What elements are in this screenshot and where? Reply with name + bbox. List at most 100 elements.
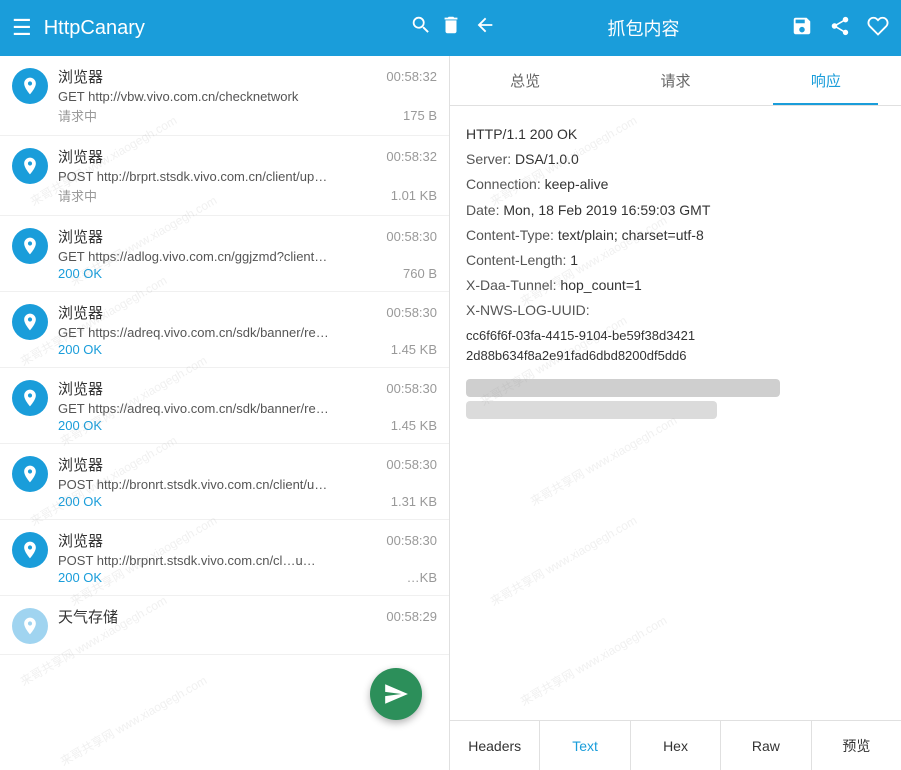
packet-status: 200 OK	[58, 342, 102, 357]
detail-title: 抓包内容	[608, 15, 680, 41]
packet-time: 00:58:30	[386, 533, 437, 548]
packet-status-row: 200 OK 1.45 KB	[58, 418, 437, 433]
hamburger-icon[interactable]: ☰	[12, 15, 32, 41]
packet-size: 760 B	[403, 266, 437, 281]
content-type-value: text/plain; charset=utf-8	[558, 227, 704, 243]
list-item[interactable]: 浏览器 00:58:30 POST http://brpnrt.stsdk.vi…	[0, 520, 449, 596]
packet-detail: 总览 请求 响应 HTTP/1.1 200 OK Server: DSA/1.0…	[450, 56, 901, 770]
packet-app: 浏览器	[58, 454, 103, 475]
packet-header: 浏览器 00:58:32	[58, 146, 437, 167]
list-item[interactable]: 天气存储 00:58:29	[0, 596, 449, 655]
packet-info: 浏览器 00:58:32 GET http://vbw.vivo.com.cn/…	[58, 66, 437, 125]
packet-app: 浏览器	[58, 302, 103, 323]
packet-status: 200 OK	[58, 494, 102, 509]
packet-info: 浏览器 00:58:32 POST http://brprt.stsdk.viv…	[58, 146, 437, 205]
response-x-daa: X-Daa-Tunnel: hop_count=1	[466, 273, 885, 298]
packet-info: 浏览器 00:58:30 POST http://brpnrt.stsdk.vi…	[58, 530, 437, 585]
packet-status: 200 OK	[58, 570, 102, 585]
list-item[interactable]: 浏览器 00:58:30 POST http://bronrt.stsdk.vi…	[0, 444, 449, 520]
packet-status-row: 200 OK 1.31 KB	[58, 494, 437, 509]
packet-icon	[12, 380, 48, 416]
response-date: Date: Mon, 18 Feb 2019 16:59:03 GMT	[466, 198, 885, 223]
packet-status-row: 200 OK 1.45 KB	[58, 342, 437, 357]
heart-icon[interactable]	[867, 15, 889, 42]
packet-icon	[12, 456, 48, 492]
packet-time: 00:58:32	[386, 149, 437, 164]
blurred-line-2	[466, 401, 717, 419]
blurred-content-area	[466, 379, 885, 419]
packet-time: 00:58:29	[386, 609, 437, 624]
response-uuid: cc6f6f6f-03fa-4415-9104-be59f38d3421 2d8…	[466, 326, 885, 368]
tab-headers[interactable]: Headers	[450, 721, 540, 770]
packet-header: 浏览器 00:58:30	[58, 378, 437, 399]
list-item[interactable]: 浏览器 00:58:30 GET https://adreq.vivo.com.…	[0, 292, 449, 368]
packet-app: 浏览器	[58, 378, 103, 399]
tab-raw[interactable]: Raw	[721, 721, 811, 770]
packet-icon	[12, 532, 48, 568]
packet-header: 天气存储 00:58:29	[58, 606, 437, 627]
packet-info: 浏览器 00:58:30 POST http://bronrt.stsdk.vi…	[58, 454, 437, 509]
response-server: Server: DSA/1.0.0	[466, 147, 885, 172]
share-icon[interactable]	[829, 15, 851, 42]
connection-value: keep-alive	[545, 176, 609, 192]
packet-status: 请求中	[58, 106, 97, 125]
response-status-line: HTTP/1.1 200 OK	[466, 122, 885, 147]
fab-container	[370, 668, 422, 720]
packet-status-row: 请求中 1.01 KB	[58, 186, 437, 205]
list-item[interactable]: 浏览器 00:58:30 GET https://adreq.vivo.com.…	[0, 368, 449, 444]
tab-overview[interactable]: 总览	[450, 56, 600, 105]
content-type-label: Content-Type:	[466, 227, 558, 243]
delete-icon[interactable]	[440, 14, 462, 42]
save-icon[interactable]	[791, 15, 813, 42]
tab-hex[interactable]: Hex	[631, 721, 721, 770]
left-panel-header: ☰ HttpCanary	[12, 14, 462, 42]
send-fab-button[interactable]	[370, 668, 422, 720]
packet-info: 天气存储 00:58:29	[58, 606, 437, 627]
status-text: HTTP/1.1 200 OK	[466, 126, 577, 142]
packet-time: 00:58:32	[386, 69, 437, 84]
right-panel-header: 抓包内容	[462, 14, 889, 42]
packet-status: 200 OK	[58, 266, 102, 281]
packet-header: 浏览器 00:58:30	[58, 302, 437, 323]
packet-time: 00:58:30	[386, 305, 437, 320]
tab-response[interactable]: 响应	[751, 56, 901, 105]
content-length-value: 1	[570, 252, 578, 268]
blurred-line-1	[466, 379, 780, 397]
date-value: Mon, 18 Feb 2019 16:59:03 GMT	[503, 202, 710, 218]
packet-status: 200 OK	[58, 418, 102, 433]
response-connection: Connection: keep-alive	[466, 172, 885, 197]
detail-tabs: 总览 请求 响应	[450, 56, 901, 106]
packet-icon	[12, 68, 48, 104]
packet-size: 1.31 KB	[391, 494, 437, 509]
packet-size: 175 B	[403, 108, 437, 123]
list-item[interactable]: 浏览器 00:58:30 GET https://adlog.vivo.com.…	[0, 216, 449, 292]
x-nws-label: X-NWS-LOG-UUID:	[466, 302, 590, 318]
tab-text[interactable]: Text	[540, 721, 630, 770]
packet-status-row: 200 OK 760 B	[58, 266, 437, 281]
packet-url: GET https://adlog.vivo.com.cn/ggjzmd?cli…	[58, 249, 437, 264]
back-icon[interactable]	[474, 14, 496, 42]
packet-status: 请求中	[58, 186, 97, 205]
packet-app: 浏览器	[58, 226, 103, 247]
packet-time: 00:58:30	[386, 457, 437, 472]
x-daa-value: hop_count=1	[560, 277, 641, 293]
app-title: HttpCanary	[44, 17, 394, 40]
date-label: Date:	[466, 202, 503, 218]
packet-icon	[12, 608, 48, 644]
main-content: 浏览器 00:58:32 GET http://vbw.vivo.com.cn/…	[0, 56, 901, 770]
packet-url: GET https://adreq.vivo.com.cn/sdk/banner…	[58, 325, 437, 340]
packet-size: 1.45 KB	[391, 342, 437, 357]
packet-url: POST http://brpnrt.stsdk.vivo.com.cn/cl……	[58, 553, 437, 568]
right-action-icons	[791, 15, 889, 42]
response-content: HTTP/1.1 200 OK Server: DSA/1.0.0 Connec…	[450, 106, 901, 720]
list-item[interactable]: 浏览器 00:58:32 GET http://vbw.vivo.com.cn/…	[0, 56, 449, 136]
tab-request[interactable]: 请求	[600, 56, 750, 105]
packet-header: 浏览器 00:58:30	[58, 226, 437, 247]
x-daa-label: X-Daa-Tunnel:	[466, 277, 560, 293]
packet-header: 浏览器 00:58:30	[58, 454, 437, 475]
packet-header: 浏览器 00:58:32	[58, 66, 437, 87]
tab-preview[interactable]: 预览	[812, 721, 901, 770]
list-item[interactable]: 浏览器 00:58:32 POST http://brprt.stsdk.viv…	[0, 136, 449, 216]
search-icon[interactable]	[410, 14, 432, 42]
packet-list: 浏览器 00:58:32 GET http://vbw.vivo.com.cn/…	[0, 56, 450, 770]
